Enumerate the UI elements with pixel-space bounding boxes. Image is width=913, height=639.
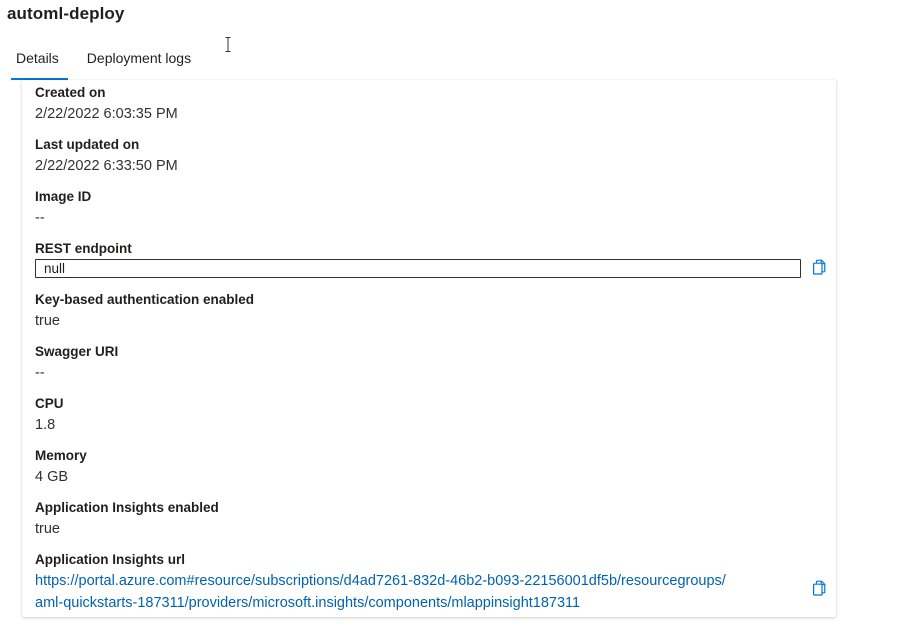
i-beam-cursor-icon — [225, 37, 231, 52]
app-insights-url-line-1: https://portal.azure.com#resource/subscr… — [35, 573, 726, 589]
app-insights-url-label: Application Insights url — [35, 552, 186, 567]
app-insights-enabled-value: true — [35, 521, 60, 537]
app-insights-enabled-field: Application Insights enabled true — [35, 498, 219, 540]
last-updated-label: Last updated on — [35, 137, 140, 152]
app-insights-enabled-label: Application Insights enabled — [35, 500, 219, 515]
tab-deployment-logs[interactable]: Deployment logs — [78, 44, 200, 80]
rest-endpoint-label: REST endpoint — [35, 241, 132, 256]
swagger-uri-label: Swagger URI — [35, 344, 119, 359]
image-id-value: -- — [35, 210, 45, 226]
created-on-field: Created on 2/22/2022 6:03:35 PM — [35, 83, 178, 125]
memory-label: Memory — [35, 448, 87, 463]
last-updated-value: 2/22/2022 6:33:50 PM — [35, 158, 178, 174]
copy-icon[interactable] — [811, 259, 827, 275]
key-auth-field: Key-based authentication enabled true — [35, 290, 254, 332]
app-insights-url-field: Application Insights url https://portal.… — [35, 550, 805, 614]
details-card: Created on 2/22/2022 6:03:35 PM Last upd… — [22, 80, 836, 617]
copy-icon[interactable] — [811, 580, 827, 596]
page-title: automl-deploy — [7, 4, 125, 23]
key-auth-label: Key-based authentication enabled — [35, 292, 255, 307]
created-on-value: 2/22/2022 6:03:35 PM — [35, 106, 178, 122]
app-insights-url-line-2: aml-quickstarts-187311/providers/microso… — [35, 595, 581, 611]
cpu-label: CPU — [35, 396, 64, 411]
cpu-field: CPU 1.8 — [35, 394, 64, 436]
deployment-details-page: automl-deploy Details Deployment logs Cr… — [0, 0, 913, 639]
tab-details[interactable]: Details — [7, 44, 68, 80]
key-auth-value: true — [35, 313, 60, 329]
tab-bar: Details Deployment logs — [7, 44, 210, 80]
memory-value: 4 GB — [35, 469, 69, 485]
image-id-field: Image ID -- — [35, 187, 91, 229]
cpu-value: 1.8 — [35, 417, 56, 433]
last-updated-field: Last updated on 2/22/2022 6:33:50 PM — [35, 135, 178, 177]
image-id-label: Image ID — [35, 189, 92, 204]
app-insights-url-link[interactable]: https://portal.azure.com#resource/subscr… — [35, 570, 805, 614]
swagger-uri-field: Swagger URI -- — [35, 342, 118, 384]
created-on-label: Created on — [35, 85, 106, 100]
swagger-uri-value: -- — [35, 365, 45, 381]
rest-endpoint-field: REST endpoint null — [35, 239, 801, 278]
rest-endpoint-value[interactable]: null — [35, 259, 801, 278]
memory-field: Memory 4 GB — [35, 446, 87, 488]
